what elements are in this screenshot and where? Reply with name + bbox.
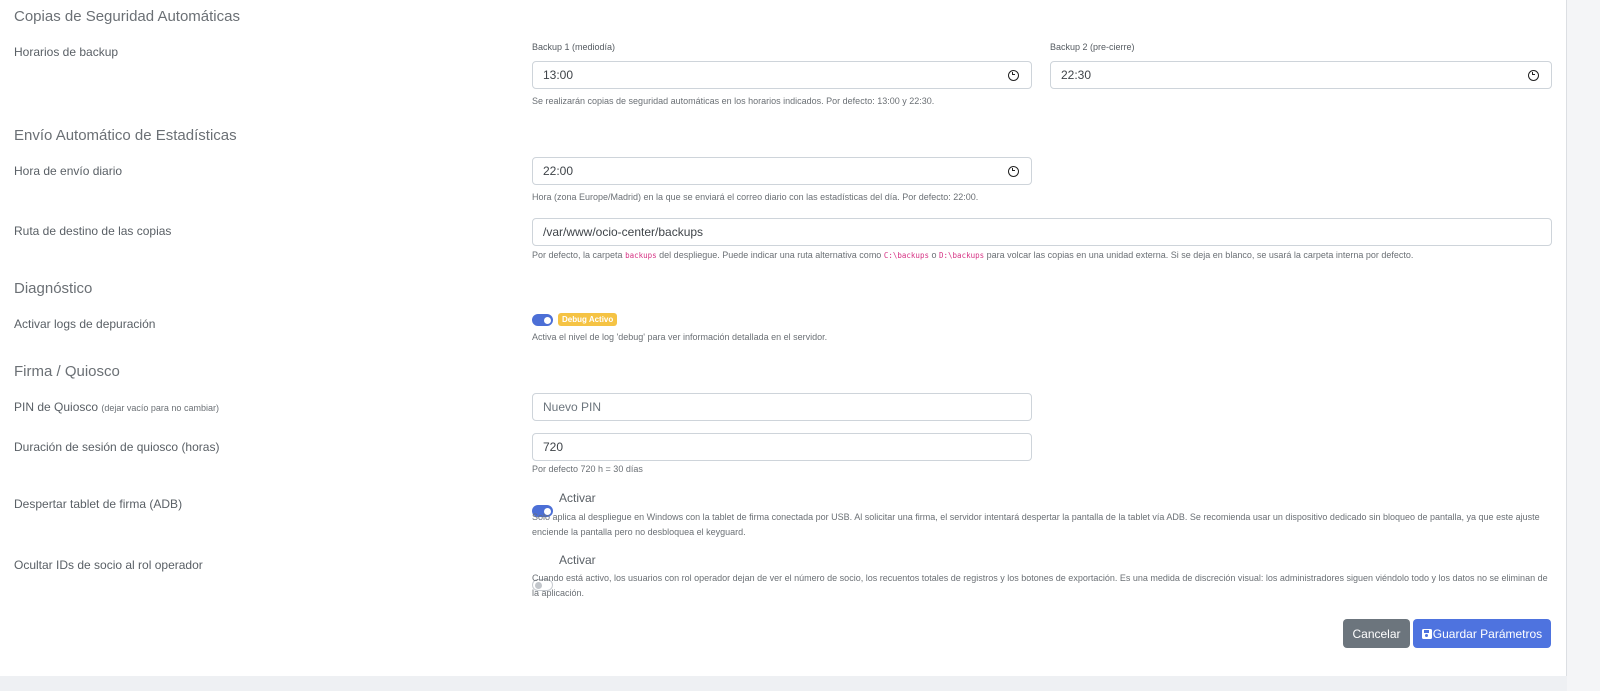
backup1-time-input[interactable]: 13:00: [532, 61, 1032, 89]
debug-active-badge: Debug Activo: [558, 313, 618, 326]
kiosk-session-help-text: Por defecto 720 h = 30 días: [532, 464, 643, 474]
send-time-help-text: Hora (zona Europe/Madrid) en la que se e…: [532, 192, 979, 202]
clock-icon[interactable]: [1008, 165, 1019, 177]
section-title-backups: Copias de Seguridad Automáticas: [14, 8, 240, 25]
adb-wake-toggle-label[interactable]: Activar: [559, 491, 596, 505]
save-icon: [1421, 628, 1432, 639]
backup-path-label: Ruta de destino de las copias: [14, 224, 172, 238]
settings-panel: Copias de Seguridad Automáticas Horarios…: [0, 0, 1567, 676]
hide-ids-label: Ocultar IDs de socio al rol operador: [14, 558, 203, 572]
section-title-kiosk: Firma / Quiosco: [14, 363, 120, 380]
help-text-part: o: [928, 250, 939, 260]
kiosk-pin-label: PIN de Quiosco (dejar vacío para no camb…: [14, 400, 219, 414]
help-text-part: para volcar las copias en una unidad ext…: [984, 250, 1414, 260]
code-backups: backups: [625, 251, 657, 260]
hide-ids-toggle-label[interactable]: Activar: [559, 553, 596, 567]
kiosk-session-label: Duración de sesión de quiosco (horas): [14, 440, 220, 454]
toggle-knob: [543, 316, 551, 324]
code-c-backups: C:\backups: [883, 251, 929, 260]
section-title-diagnostics: Diagnóstico: [14, 280, 93, 297]
backup-path-value: /var/www/ocio-center/backups: [543, 225, 704, 239]
debug-logs-toggle[interactable]: [532, 314, 553, 326]
debug-logs-label: Activar logs de depuración: [14, 317, 156, 331]
save-parameters-button[interactable]: Guardar Parámetros: [1413, 619, 1551, 648]
backup-path-input[interactable]: /var/www/ocio-center/backups: [532, 218, 1552, 246]
help-text-part: Por defecto, la carpeta: [532, 250, 626, 260]
send-time-input[interactable]: 22:00: [532, 157, 1032, 185]
send-time-label: Hora de envío diario: [14, 164, 123, 178]
hide-ids-help-text: Cuando está activo, los usuarios con rol…: [532, 573, 1548, 598]
kiosk-pin-hint: (dejar vacío para no cambiar): [101, 403, 219, 413]
debug-help-text: Activa el nivel de log 'debug' para ver …: [532, 332, 828, 342]
clock-icon[interactable]: [1528, 69, 1539, 81]
send-time-value: 22:00: [543, 164, 574, 178]
bottom-edge: [0, 676, 1567, 691]
backup2-time-input[interactable]: 22:30: [1050, 61, 1552, 89]
backup-help-text: Se realizarán copias de seguridad automá…: [532, 96, 935, 106]
save-parameters-label: Guardar Parámetros: [1432, 626, 1543, 641]
kiosk-pin-placeholder: Nuevo PIN: [543, 400, 602, 414]
kiosk-pin-input[interactable]: Nuevo PIN: [532, 393, 1032, 421]
backup1-time-value: 13:00: [543, 68, 574, 82]
kiosk-pin-label-text: PIN de Quiosco: [14, 400, 99, 414]
vertical-scrollbar[interactable]: [1567, 0, 1600, 691]
adb-wake-label: Despertar tablet de firma (ADB): [14, 497, 183, 511]
backup2-label: Backup 2 (pre-cierre): [1050, 42, 1135, 52]
backup1-label: Backup 1 (mediodía): [532, 42, 616, 52]
kiosk-session-input[interactable]: 720: [532, 433, 1032, 461]
help-text-part: del despliegue. Puede indicar una ruta a…: [656, 250, 884, 260]
adb-wake-help-text: Solo aplica al despliegue en Windows con…: [532, 512, 1540, 537]
section-title-stats: Envío Automático de Estadísticas: [14, 127, 237, 144]
clock-icon[interactable]: [1008, 69, 1019, 81]
code-d-backups: D:\backups: [939, 251, 985, 260]
backup2-time-value: 22:30: [1061, 68, 1092, 82]
cancel-button[interactable]: Cancelar: [1343, 619, 1410, 648]
kiosk-session-value: 720: [543, 440, 564, 454]
backup-schedule-label: Horarios de backup: [14, 45, 119, 59]
backup-path-help-text: Por defecto, la carpeta backups del desp…: [532, 248, 1562, 263]
